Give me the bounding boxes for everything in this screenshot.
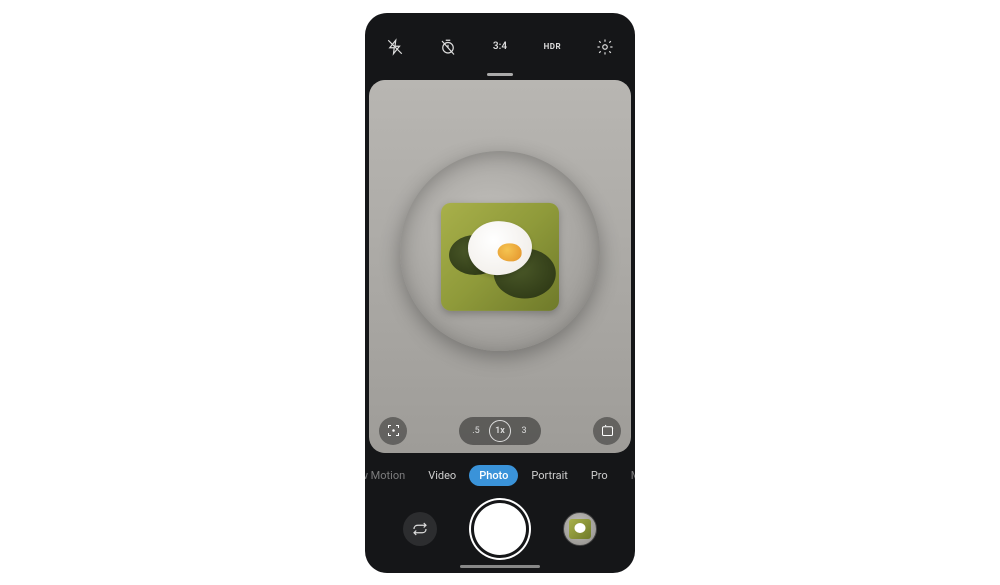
viewfinder[interactable]: .5 1x 3	[369, 80, 631, 453]
aspect-ratio-toggle[interactable]: 3:4	[478, 41, 522, 52]
home-indicator[interactable]	[460, 565, 540, 568]
flash-toggle[interactable]	[373, 38, 417, 56]
scan-icon	[386, 423, 401, 438]
hdr-label: HDR	[544, 42, 561, 51]
zoom-selector: .5 1x 3	[459, 417, 541, 445]
effects-button[interactable]	[593, 417, 621, 445]
gallery-thumbnail[interactable]	[563, 512, 597, 546]
top-toolbar: 3:4 HDR	[365, 23, 635, 71]
timer-off-icon	[439, 38, 457, 56]
settings-button[interactable]	[583, 38, 627, 56]
gear-icon	[596, 38, 614, 56]
zoom-option-3x[interactable]: 3	[513, 420, 535, 442]
mode-selector[interactable]: w Motion Video Photo Portrait Pro M	[365, 459, 635, 493]
mode-slow-motion[interactable]: w Motion	[365, 465, 415, 486]
flash-off-icon	[386, 38, 404, 56]
timer-toggle[interactable]	[426, 38, 470, 56]
camera-switch-icon	[411, 520, 429, 538]
drawer-handle[interactable]	[487, 73, 513, 76]
zoom-option-0_5x[interactable]: .5	[465, 420, 487, 442]
shutter-button[interactable]	[474, 503, 526, 555]
bottom-toolbar	[365, 493, 635, 565]
mode-photo[interactable]: Photo	[469, 465, 518, 486]
mode-pro[interactable]: Pro	[581, 465, 618, 486]
mode-more[interactable]: M	[621, 465, 635, 486]
switch-camera-button[interactable]	[403, 512, 437, 546]
mode-portrait[interactable]: Portrait	[521, 465, 578, 486]
camera-app: 3:4 HDR .5 1x 3	[365, 13, 635, 573]
hdr-toggle[interactable]: HDR	[530, 42, 574, 51]
viewfinder-overlay-row: .5 1x 3	[369, 417, 631, 445]
qr-scan-button[interactable]	[379, 417, 407, 445]
ratio-label: 3:4	[493, 41, 507, 52]
effects-icon	[600, 423, 615, 438]
subject-egg-yolk	[498, 244, 522, 262]
zoom-option-1x[interactable]: 1x	[489, 420, 511, 442]
mode-video[interactable]: Video	[418, 465, 466, 486]
